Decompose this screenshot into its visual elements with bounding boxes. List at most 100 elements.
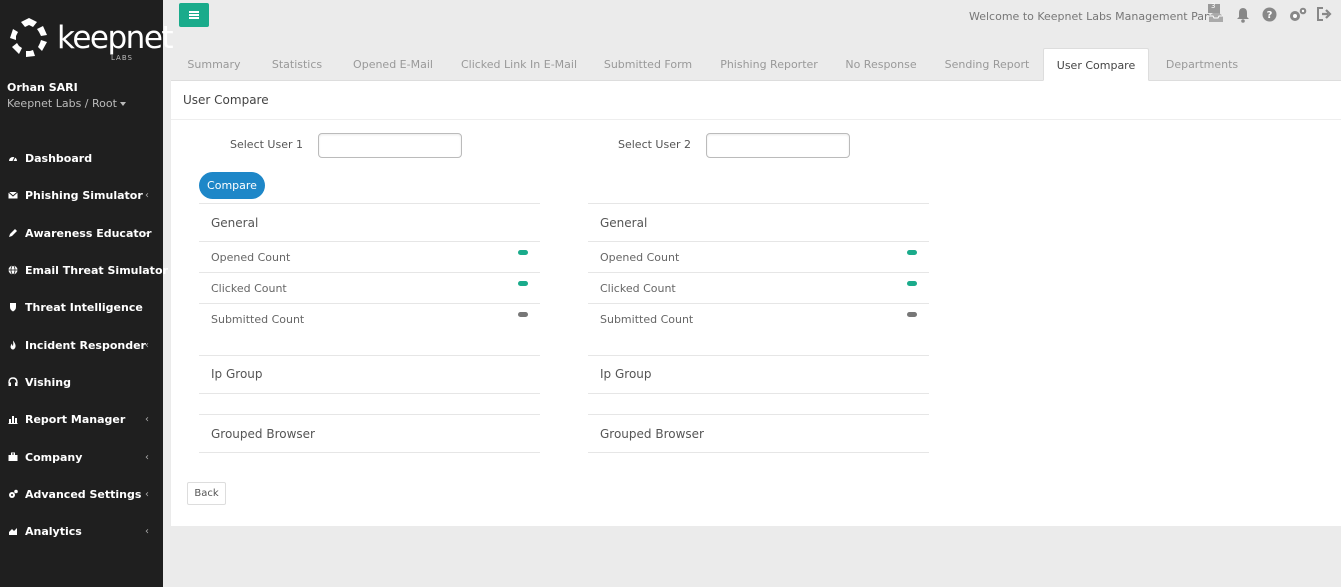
ip-group-body <box>199 393 540 414</box>
sidebar-item-label: Advanced Settings <box>25 487 142 501</box>
chevron-left-icon: ‹ <box>145 525 149 537</box>
ip-group-heading: Ip Group <box>600 367 652 381</box>
sidebar: keepnet LABS Orhan SARI Keepnet Labs / R… <box>0 0 174 587</box>
panel-title: User Compare <box>183 93 269 107</box>
keepnet-logo[interactable]: keepnet LABS <box>7 16 174 64</box>
general-heading-row: General <box>199 203 540 241</box>
sidebar-item-label: Dashboard <box>25 151 93 165</box>
sidebar-item-label: Incident Responder <box>25 338 146 352</box>
tab-departments[interactable]: Departments <box>1149 48 1255 81</box>
stat-label: Opened Count <box>211 251 291 264</box>
hamburger-line <box>189 17 199 19</box>
sidebar-item-label: Company <box>25 450 83 464</box>
sidebar-item-email-threat-simulator[interactable]: Email Threat Simulator <box>0 252 168 288</box>
sidebar-item-incident-responder[interactable]: Incident Responder ‹ <box>0 327 163 363</box>
opened-count-badge <box>518 250 528 255</box>
sidebar-item-label: Phishing Simulator <box>25 188 143 202</box>
headset-icon <box>8 377 18 386</box>
sign-out-icon <box>1317 7 1332 21</box>
select-user-2-label: Select User 2 <box>618 138 691 151</box>
stat-row-clicked: Clicked Count <box>588 272 929 303</box>
stat-label: Submitted Count <box>211 313 305 326</box>
chevron-left-icon: ‹ <box>145 339 149 351</box>
dashboard-icon <box>9 156 17 162</box>
area-chart-icon <box>9 528 17 535</box>
sidebar-item-analytics[interactable]: Analytics ‹ <box>0 513 163 549</box>
select-user-2-input[interactable] <box>706 133 850 158</box>
sidebar-item-label: Threat Intelligence <box>25 300 143 314</box>
user-compare-panel: User Compare Select User 1 Select User 2… <box>171 81 1341 526</box>
tab-phishing-reporter[interactable]: Phishing Reporter <box>707 48 831 81</box>
sidebar-item-phishing-simulator[interactable]: Phishing Simulator ‹ <box>0 177 163 213</box>
chevron-left-icon: ‹ <box>145 227 149 239</box>
select-user-1-input[interactable] <box>318 133 462 158</box>
notification-count: 3 <box>1211 2 1216 10</box>
ip-group-body <box>588 393 929 414</box>
welcome-message: Welcome to Keepnet Labs Management Panel <box>969 10 1221 23</box>
general-heading: General <box>211 216 259 230</box>
stat-row-opened: Opened Count <box>588 241 929 272</box>
settings-button[interactable] <box>1289 7 1307 23</box>
sidebar-item-dashboard[interactable]: Dashboard <box>0 140 163 176</box>
sidebar-item-advanced-settings[interactable]: Advanced Settings ‹ <box>0 476 163 512</box>
sidebar-item-label: Vishing <box>25 375 71 389</box>
user-org-dropdown[interactable]: Keepnet Labs / Root <box>7 97 126 110</box>
clicked-count-badge <box>907 281 917 286</box>
back-button[interactable]: Back <box>187 482 226 505</box>
shield-icon <box>10 303 16 312</box>
logout-button[interactable] <box>1317 7 1333 23</box>
sidebar-item-awareness-educator[interactable]: Awareness Educator ‹ <box>0 215 163 251</box>
grouped-browser-heading: Grouped Browser <box>600 427 704 441</box>
logo-subtext: LABS <box>111 54 133 62</box>
compare-button[interactable]: Compare <box>199 172 265 199</box>
grouped-browser-heading: Grouped Browser <box>211 427 315 441</box>
tab-opened-email[interactable]: Opened E-Mail <box>337 48 449 81</box>
general-heading-row: General <box>588 203 929 241</box>
sidebar-item-vishing[interactable]: Vishing <box>0 364 163 400</box>
logo-text: keepnet <box>57 20 174 56</box>
inbox-button[interactable]: 3 <box>1208 2 1224 22</box>
tab-summary[interactable]: Summary <box>171 48 257 81</box>
user-name: Orhan SARI <box>7 81 78 94</box>
stat-label: Clicked Count <box>211 282 287 295</box>
help-button[interactable]: ? <box>1262 7 1278 23</box>
tab-user-compare[interactable]: User Compare <box>1043 48 1149 81</box>
ip-group-heading-row: Ip Group <box>588 355 929 393</box>
tab-statistics[interactable]: Statistics <box>257 48 337 81</box>
cogs-icon <box>1290 7 1307 21</box>
stat-label: Opened Count <box>600 251 680 264</box>
clicked-count-badge <box>518 281 528 286</box>
hamburger-line <box>189 11 199 13</box>
notifications-button[interactable] <box>1236 7 1252 23</box>
tab-clicked-link[interactable]: Clicked Link In E-Mail <box>449 48 589 81</box>
sidebar-item-label: Analytics <box>25 524 82 538</box>
sidebar-item-report-manager[interactable]: Report Manager ‹ <box>0 401 163 437</box>
tab-sending-report[interactable]: Sending Report <box>931 48 1043 81</box>
divider <box>171 119 1341 120</box>
select-user-1-label: Select User 1 <box>230 138 303 151</box>
general-heading: General <box>600 216 648 230</box>
keepnet-logo-mark-icon <box>10 18 47 57</box>
envelope-icon <box>8 191 18 199</box>
sidebar-item-threat-intelligence[interactable]: Threat Intelligence <box>0 289 163 325</box>
sidebar-item-label: Awareness Educator <box>25 226 152 240</box>
stat-row-submitted: Submitted Count <box>588 303 929 355</box>
menu-toggle-button[interactable] <box>179 3 209 27</box>
report-tabs: Summary Statistics Opened E-Mail Clicked… <box>171 48 1341 81</box>
tab-no-response[interactable]: No Response <box>831 48 931 81</box>
bell-icon <box>1237 8 1249 23</box>
pencil-icon <box>9 229 17 237</box>
cogs-icon <box>9 489 18 498</box>
grouped-browser-heading-row: Grouped Browser <box>199 414 540 453</box>
stat-row-opened: Opened Count <box>199 241 540 272</box>
briefcase-icon <box>8 452 18 461</box>
globe-icon <box>8 265 18 275</box>
ip-group-heading: Ip Group <box>211 367 263 381</box>
stat-row-clicked: Clicked Count <box>199 272 540 303</box>
submitted-count-badge <box>518 312 528 317</box>
ip-group-heading-row: Ip Group <box>199 355 540 393</box>
tab-submitted-form[interactable]: Submitted Form <box>589 48 707 81</box>
hamburger-line <box>189 14 199 16</box>
bar-chart-icon <box>8 416 18 424</box>
sidebar-item-company[interactable]: Company ‹ <box>0 439 163 475</box>
